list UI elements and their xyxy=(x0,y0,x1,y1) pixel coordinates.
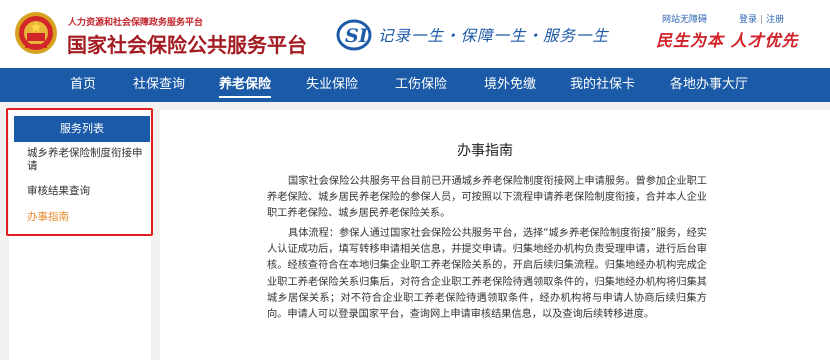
guide-paragraph-process: 具体流程：参保人通过国家社会保险公共服务平台，选择“城乡养老保险制度衔接”服务，… xyxy=(267,228,707,321)
page-title: 办事指南 xyxy=(457,143,513,159)
guide-paragraph-intro: 国家社会保险公共服务平台目前已开通城乡养老保险制度衔接网上申请服务。曾参加企业职… xyxy=(267,176,707,220)
svg-text:SI: SI xyxy=(345,25,369,47)
sidebar-item-pension-transfer-application[interactable]: 城乡养老保险制度衔接申请 xyxy=(27,147,145,173)
link-separator: | xyxy=(760,15,764,25)
site-header: 人力资源和社会保障政务服务平台 国家社会保险公共服务平台 SI 记录一生・保障一… xyxy=(0,0,830,68)
motto: 民生为本 人才优先 xyxy=(656,31,799,50)
site-title[interactable]: 国家社会保险公共服务平台 xyxy=(67,29,307,58)
service-sidebar: 服务列表 城乡养老保险制度衔接申请 审核结果查询 办事指南 xyxy=(9,110,151,360)
nav-item-service-halls[interactable]: 各地办事大厅 xyxy=(670,68,748,102)
auth-links: 登录 | 注册 xyxy=(739,12,784,25)
main-nav: 首页 社保查询 养老保险 失业保险 工伤保险 境外免缴 我的社保卡 各地办事大厅 xyxy=(0,68,830,102)
main-content: 办事指南 国家社会保险公共服务平台目前已开通城乡养老保险制度衔接网上申请服务。曾… xyxy=(160,110,830,360)
nav-item-home[interactable]: 首页 xyxy=(70,68,96,102)
accessibility-link[interactable]: 网站无障碍 xyxy=(662,12,707,25)
nav-item-unemployment-insurance[interactable]: 失业保险 xyxy=(306,68,358,102)
sidebar-item-review-result-query[interactable]: 审核结果查询 xyxy=(27,185,90,198)
register-link[interactable]: 注册 xyxy=(766,15,784,25)
login-link[interactable]: 登录 xyxy=(739,15,757,25)
nav-item-injury-insurance[interactable]: 工伤保险 xyxy=(395,68,447,102)
sidebar-item-service-guide[interactable]: 办事指南 xyxy=(27,211,69,224)
nav-item-pension-insurance[interactable]: 养老保险 xyxy=(219,68,272,102)
ministry-name: 人力资源和社会保障政务服务平台 xyxy=(68,18,204,28)
nav-item-my-social-security-card[interactable]: 我的社保卡 xyxy=(570,68,635,102)
nav-item-overseas-exemption[interactable]: 境外免缴 xyxy=(484,68,536,102)
sidebar-title: 服务列表 xyxy=(14,116,150,142)
nav-item-social-security-query[interactable]: 社保查询 xyxy=(133,68,185,102)
slogan: 记录一生・保障一生・服务一生 xyxy=(378,27,610,45)
social-insurance-logo-icon: SI xyxy=(336,19,372,51)
national-emblem-icon xyxy=(15,12,57,54)
